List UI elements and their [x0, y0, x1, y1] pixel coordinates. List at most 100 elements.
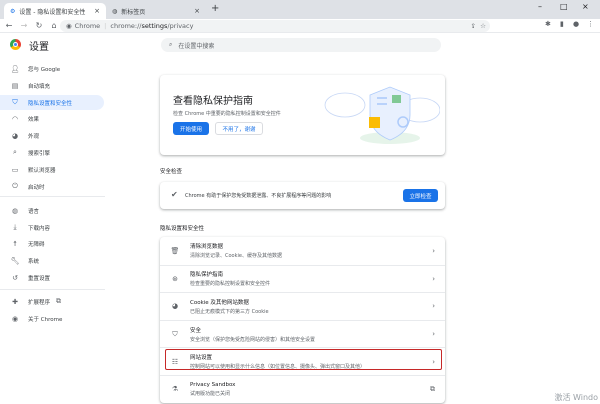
sidebar-item-label: 隐私设置和安全性 [28, 100, 73, 107]
settings-search-input[interactable]: ⌕ 在设置中搜索 [161, 38, 441, 52]
person-icon: 👤︎ [10, 64, 20, 73]
row-desc: 检查重要的隐私控制设置和安全控件 [190, 281, 271, 288]
verified-shield-icon: ✔ [171, 190, 178, 199]
sidebar-item-accessibility[interactable]: ☨ 无障碍 [0, 236, 104, 251]
menu-icon[interactable]: ⋮ [587, 20, 594, 28]
guide-title: 查看隐私保护指南 [173, 96, 253, 107]
settings-header: 设置 ⌕ 在设置中搜索 [0, 34, 600, 58]
search-placeholder: 在设置中搜索 [178, 42, 215, 50]
palette-icon: ◕ [11, 131, 19, 140]
back-icon[interactable]: ← [3, 21, 15, 30]
url-prefix: chrome:// [110, 22, 142, 30]
chevron-right-icon: › [432, 330, 435, 339]
sidebar-item-reset[interactable]: ↺ 重置设置 [0, 270, 104, 285]
compass-icon: ⊛ [172, 274, 178, 283]
sidebar-item-label: 效果 [28, 116, 40, 123]
new-tab-icon[interactable]: + [211, 3, 219, 14]
sidebar-item-system[interactable]: 🔧︎ 系统 [0, 253, 104, 268]
minimize-icon[interactable]: – [538, 2, 542, 11]
sidebar-icon[interactable]: ▮ [560, 20, 564, 28]
sidebar-item-label: 外观 [28, 133, 40, 140]
shield-icon: ⛉ [12, 98, 18, 106]
safety-check-card: ✔ Chrome 有助于保护您免受数据泄露、不良扩展程序等问题的影响 立即检查 [160, 182, 445, 209]
chevron-right-icon: › [432, 302, 435, 311]
close-icon[interactable]: × [94, 7, 100, 15]
maximize-icon[interactable]: □ [560, 2, 568, 11]
row-desc: 清除浏览记录、Cookie、缓存及其他数据 [190, 253, 282, 260]
sidebar-item-label: 搜索引擎 [28, 150, 51, 157]
url-suffix: /privacy [167, 22, 194, 30]
tab-new-tab[interactable]: ◍ 新标签页 × [106, 3, 206, 19]
privacy-shield-illustration [324, 86, 440, 144]
highlight-box [165, 349, 442, 370]
row-clear-browsing-data[interactable]: 🗑︎ 清除浏览数据 清除浏览记录、Cookie、缓存及其他数据 › [160, 237, 445, 265]
tab-bar: ⚙ 设置 - 隐私设置和安全性 × ◍ 新标签页 × + – □ × [0, 0, 600, 19]
sidebar-item-extensions[interactable]: ✚ 扩展程序 ⧉ [0, 294, 104, 309]
browser-icon: ▭ [11, 165, 19, 174]
separator: | [104, 22, 107, 30]
window-close-icon[interactable]: × [582, 2, 589, 11]
sidebar-item-label: 语言 [28, 208, 40, 215]
sidebar-item-privacy[interactable]: ⛉ 隐私设置和安全性 [0, 95, 104, 110]
row-security[interactable]: ⛉ 安全 安全浏览（保护您免受危险网站的侵害）和其他安全设置 › [160, 319, 445, 348]
start-guide-button[interactable]: 开始使用 [173, 122, 209, 135]
wrench-icon: 🔧︎ [10, 256, 20, 265]
flask-icon: ⚗ [171, 385, 179, 394]
row-title: 安全 [190, 327, 202, 334]
sidebar-item-autofill[interactable]: ▤ 自动填充 [0, 78, 104, 93]
globe-icon: ◍ [112, 7, 118, 15]
sidebar-item-label: 扩展程序 [28, 299, 51, 306]
row-cookies[interactable]: ◕ Cookie 及其他网站数据 已阻止无痕模式下的第三方 Cookie › [160, 292, 445, 320]
extensions-icon[interactable]: ✱ [545, 20, 551, 28]
url-path: settings [141, 22, 168, 30]
sidebar-item-downloads[interactable]: ⤓ 下载内容 [0, 220, 104, 235]
sidebar-item-label: 下载内容 [28, 225, 51, 232]
chrome-logo [10, 39, 21, 50]
gear-icon: ⚙ [10, 7, 16, 15]
sidebar-item-languages[interactable]: ◍ 语言 [0, 203, 104, 218]
sidebar-item-label: 系统 [28, 258, 40, 265]
security-shield-icon: ⛉ [172, 329, 178, 338]
sidebar-item-default-browser[interactable]: ▭ 默认浏览器 [0, 162, 104, 177]
sidebar-item-label: 关于 Chrome [28, 316, 63, 323]
windows-activation-watermark: 激活 Windo [554, 393, 598, 402]
check-now-button[interactable]: 立即检查 [403, 189, 438, 202]
safety-check-heading: 安全检查 [160, 169, 183, 175]
privacy-section-heading: 隐私设置和安全性 [160, 226, 205, 232]
row-title: 隐私保护指南 [190, 272, 224, 279]
row-title: 清除浏览数据 [190, 244, 224, 251]
power-icon: ⏻ [12, 182, 18, 190]
sidebar-item-performance[interactable]: ◠ 效果 [0, 111, 104, 126]
sidebar-item-label: 无障碍 [28, 241, 45, 248]
profile-icon[interactable]: ● [573, 20, 579, 28]
puzzle-icon: ✚ [12, 297, 18, 306]
reload-icon[interactable]: ↻ [33, 21, 45, 30]
sidebar-item-label: 重置设置 [28, 275, 51, 282]
share-icon[interactable]: ⇪ [471, 22, 476, 30]
sidebar-item-label: 默认浏览器 [28, 167, 56, 174]
clipboard-icon: ▤ [11, 81, 19, 90]
forward-icon[interactable]: → [18, 21, 30, 30]
chevron-right-icon: › [432, 246, 435, 255]
sidebar-item-appearance[interactable]: ◕ 外观 [0, 128, 104, 143]
row-title: Privacy Sandbox [190, 381, 236, 388]
row-privacy-sandbox[interactable]: ⚗ Privacy Sandbox 试用版功能已关闭 ⧉ [160, 375, 445, 403]
sidebar-item-search-engine[interactable]: ⌕ 搜索引擎 [0, 145, 104, 160]
star-icon[interactable]: ☆ [480, 22, 486, 30]
reset-icon: ↺ [12, 273, 18, 282]
sidebar-divider [0, 196, 105, 197]
external-link-icon: ⧉ [56, 297, 62, 305]
dismiss-guide-button[interactable]: 不用了，谢谢 [215, 122, 263, 135]
close-icon[interactable]: × [194, 7, 200, 15]
sidebar-item-you-and-google[interactable]: 👤︎ 您与 Google [0, 61, 104, 76]
sidebar-item-about-chrome[interactable]: ◉ 关于 Chrome [0, 311, 104, 326]
home-icon[interactable]: ⌂ [48, 21, 60, 30]
sidebar-divider [0, 289, 105, 290]
guide-subtitle: 检查 Chrome 中重要的隐私控制设置和安全控件 [173, 111, 281, 117]
sidebar-item-on-startup[interactable]: ⏻ 启动时 [0, 179, 104, 194]
row-privacy-guide[interactable]: ⊛ 隐私保护指南 检查重要的隐私控制设置和安全控件 › [160, 264, 445, 293]
address-bar[interactable]: ◉ Chrome | chrome://settings/privacy ⇪ ☆ [60, 20, 490, 32]
tab-settings[interactable]: ⚙ 设置 - 隐私设置和安全性 × [4, 3, 106, 19]
sidebar-item-label: 您与 Google [28, 66, 61, 73]
cookie-icon: ◕ [171, 302, 179, 311]
